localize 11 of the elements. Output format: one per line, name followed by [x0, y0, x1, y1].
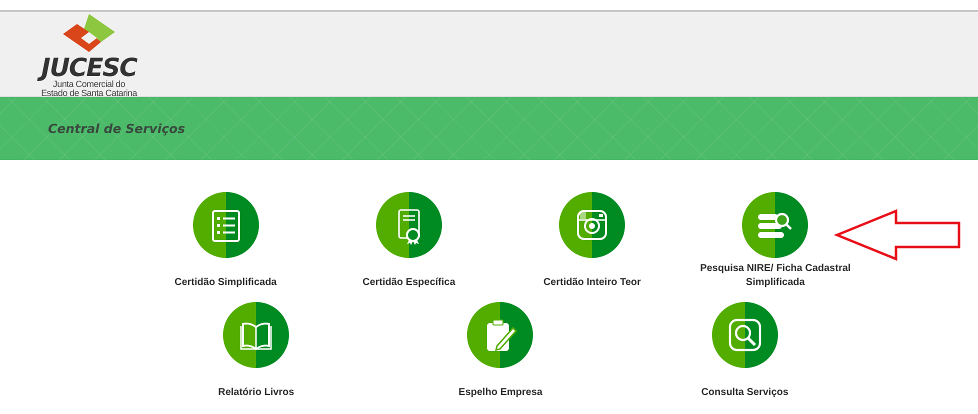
- logo-icon: [61, 14, 117, 54]
- logo-subtitle: Junta Comercial do: [52, 80, 126, 89]
- service-link[interactable]: Pesquisa NIRE/ Ficha Cadastral Simplificada: [685, 262, 866, 290]
- service-link[interactable]: Consulta Serviços: [701, 386, 788, 400]
- logo-subtitle: Estado de Santa Catarina: [41, 89, 137, 98]
- service-link[interactable]: Certidão Simplificada: [174, 276, 277, 290]
- service-link[interactable]: Relatório Livros: [218, 386, 294, 400]
- service-link[interactable]: Certidão Inteiro Teor: [543, 276, 641, 290]
- service-link[interactable]: Espelho Empresa: [458, 386, 542, 400]
- page-title: Central de Serviços: [48, 121, 186, 136]
- service-link[interactable]: Certidão Específica: [362, 276, 456, 290]
